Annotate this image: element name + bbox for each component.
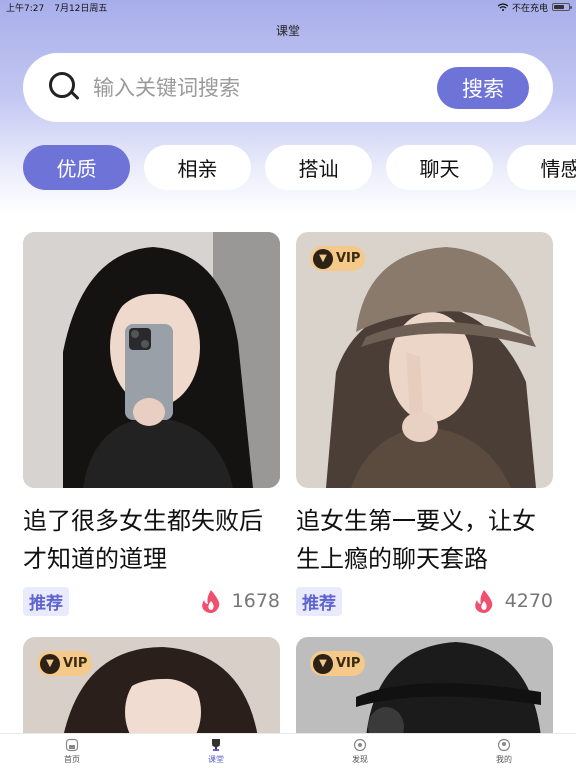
vip-badge: ▼ VIP bbox=[310, 246, 365, 271]
tab-youzhi[interactable]: 优质 bbox=[23, 145, 130, 190]
vip-badge: ▼ VIP bbox=[310, 651, 365, 676]
recommend-tag: 推荐 bbox=[23, 586, 69, 616]
search-bar: 搜索 bbox=[23, 53, 553, 122]
view-count: 4270 bbox=[504, 590, 553, 612]
tabbar-profile[interactable]: 我的 bbox=[432, 734, 576, 768]
tab-xiangqin[interactable]: 相亲 bbox=[144, 145, 251, 190]
course-card[interactable]: ▼ VIP bbox=[23, 637, 280, 737]
tabbar-home[interactable]: 首页 bbox=[0, 734, 144, 768]
profile-icon bbox=[497, 738, 511, 751]
vip-badge: ▼ VIP bbox=[37, 651, 92, 676]
battery-icon bbox=[552, 3, 572, 11]
course-meta: 推荐 4270 bbox=[296, 586, 553, 616]
recommend-tag: 推荐 bbox=[296, 586, 342, 616]
status-date: 7月12日周五 bbox=[54, 3, 108, 14]
charging-status: 不在充电 bbox=[511, 3, 548, 14]
vip-icon: ▼ bbox=[313, 248, 333, 269]
fire-icon bbox=[201, 590, 219, 613]
discover-icon bbox=[353, 738, 367, 751]
course-thumbnail[interactable]: ▼ VIP bbox=[296, 232, 553, 488]
tab-dashan[interactable]: 搭讪 bbox=[265, 145, 372, 190]
course-card[interactable]: ▼ VIP 追女生第一要义，让女生上瘾的聊天套路 推荐 4270 bbox=[296, 232, 553, 616]
course-card[interactable]: ▼ VIP bbox=[296, 637, 553, 737]
tab-qinggan[interactable]: 情感 bbox=[507, 145, 576, 190]
course-title: 追女生第一要义，让女生上瘾的聊天套路 bbox=[296, 507, 536, 573]
category-tabs: 优质 相亲 搭讪 聊天 情感 bbox=[23, 145, 576, 190]
home-icon bbox=[65, 738, 79, 751]
course-thumbnail[interactable]: ▼ VIP bbox=[23, 637, 280, 737]
course-card[interactable]: 追了很多女生都失败后才知道的道理 推荐 1678 bbox=[23, 232, 280, 616]
status-bar: 上午7:27 7月12日周五 不在充电 bbox=[0, 0, 576, 14]
view-count: 1678 bbox=[231, 590, 280, 612]
tabbar-discover[interactable]: 发现 bbox=[288, 734, 432, 768]
vip-icon: ▼ bbox=[40, 653, 60, 674]
page-title: 课堂 bbox=[275, 24, 300, 38]
search-icon bbox=[49, 71, 81, 104]
status-time: 上午7:27 bbox=[6, 3, 45, 14]
fire-icon bbox=[474, 590, 492, 613]
course-meta: 推荐 1678 bbox=[23, 586, 280, 616]
wifi-icon bbox=[497, 3, 508, 11]
course-title: 追了很多女生都失败后才知道的道理 bbox=[23, 507, 263, 573]
vip-icon: ▼ bbox=[313, 653, 333, 674]
tab-liaotian[interactable]: 聊天 bbox=[386, 145, 493, 190]
search-input[interactable] bbox=[93, 75, 423, 100]
bottom-tab-bar: 首页 课堂 发现 我的 bbox=[0, 733, 576, 768]
search-button[interactable]: 搜索 bbox=[437, 67, 529, 109]
course-thumbnail[interactable]: ▼ VIP bbox=[296, 637, 553, 737]
course-thumbnail[interactable] bbox=[23, 232, 280, 488]
trophy-icon bbox=[212, 738, 220, 751]
tabbar-classroom[interactable]: 课堂 bbox=[144, 734, 288, 768]
